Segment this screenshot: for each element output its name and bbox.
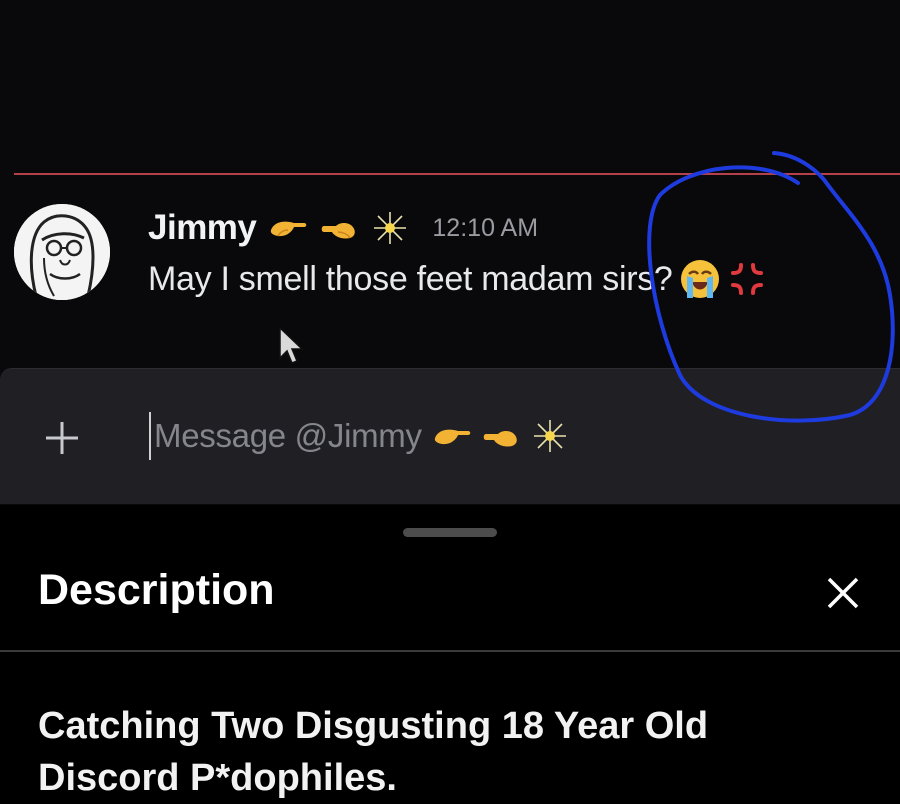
pointing-right-hand-icon xyxy=(271,221,307,237)
chat-screenshot: Jimmy 12:10 AM May I smell those feet ma… xyxy=(0,0,900,505)
timestamp: 12:10 AM xyxy=(432,213,539,242)
anger-symbol-icon xyxy=(730,263,763,295)
message-text: May I smell those feet madam sirs? xyxy=(148,259,673,298)
sparkler-icon xyxy=(374,212,407,244)
message-input[interactable]: Message @Jimmy xyxy=(154,412,568,460)
message-header: Jimmy 12:10 AM xyxy=(148,206,538,250)
pointing-right-hand-icon xyxy=(434,429,470,445)
pointing-right-hand-icon xyxy=(483,431,517,447)
sheet-divider xyxy=(0,650,900,652)
close-icon xyxy=(827,577,859,609)
sheet-drag-handle[interactable] xyxy=(403,528,497,537)
message-content: May I smell those feet madam sirs? xyxy=(148,255,767,303)
plus-icon xyxy=(46,422,78,454)
pointing-right-hand-icon xyxy=(322,223,356,239)
mouse-pointer-icon xyxy=(279,326,304,364)
new-messages-divider xyxy=(14,173,900,175)
add-attachment-button[interactable] xyxy=(38,414,86,462)
description-text: Catching Two Disgusting 18 Year Old Disc… xyxy=(38,705,709,799)
avatar[interactable] xyxy=(14,204,110,300)
sheet-title: Description xyxy=(38,566,275,614)
loudly-crying-face-icon xyxy=(680,260,719,298)
close-button[interactable] xyxy=(818,568,868,618)
text-caret xyxy=(149,412,151,460)
username[interactable]: Jimmy xyxy=(148,208,257,248)
message-input-placeholder: Message @Jimmy xyxy=(154,417,422,454)
sparkler-icon xyxy=(533,420,566,452)
